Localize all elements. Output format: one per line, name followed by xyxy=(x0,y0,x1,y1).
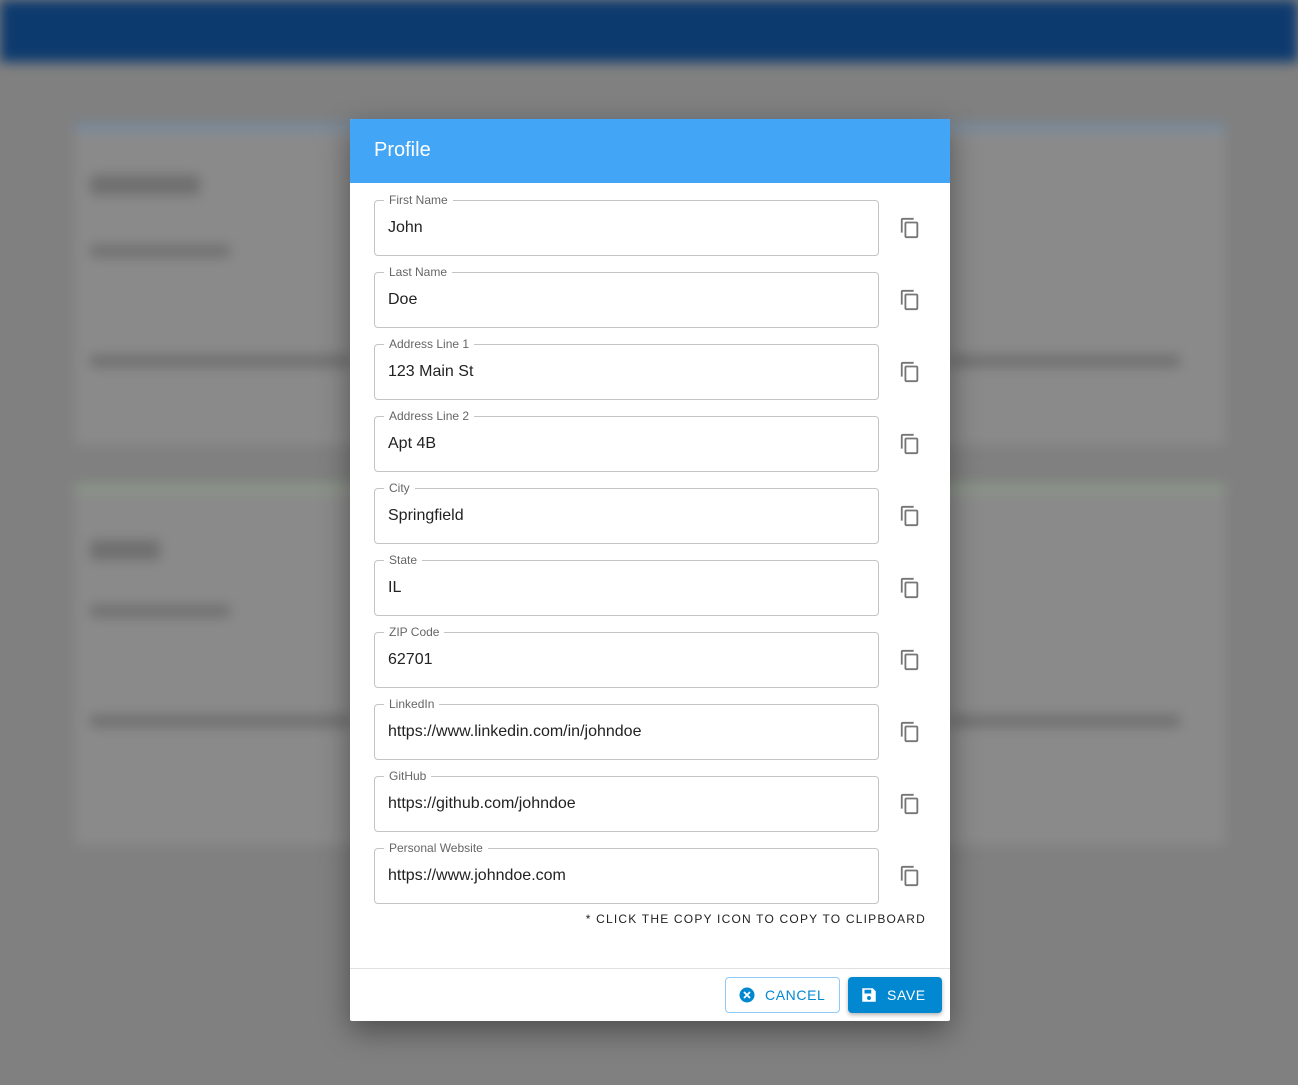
cancel-button[interactable]: CANCEL xyxy=(725,977,840,1013)
blurred-text xyxy=(90,715,350,727)
copy-icon[interactable] xyxy=(899,217,921,239)
copy-icon[interactable] xyxy=(899,721,921,743)
profile-dialog: Profile First Name John Last Name Doe Ad… xyxy=(350,119,950,1021)
field-label: First Name xyxy=(384,193,453,207)
field-value[interactable]: Springfield xyxy=(388,506,868,526)
field-value[interactable]: 123 Main St xyxy=(388,362,868,382)
copy-icon[interactable] xyxy=(899,433,921,455)
save-label: SAVE xyxy=(887,987,926,1003)
text-field[interactable]: Address Line 2 Apt 4B xyxy=(374,409,879,472)
field-label: Address Line 2 xyxy=(384,409,475,423)
text-field[interactable]: LinkedIn https://www.linkedin.com/in/joh… xyxy=(374,697,879,760)
field-label: Address Line 1 xyxy=(384,337,475,351)
blurred-text xyxy=(90,605,230,617)
field-label: LinkedIn xyxy=(384,697,440,711)
blurred-text xyxy=(90,540,160,560)
copy-hint: * CLICK THE COPY ICON TO COPY TO CLIPBOA… xyxy=(585,912,926,926)
text-field[interactable]: State IL xyxy=(374,553,879,616)
text-field[interactable]: City Springfield xyxy=(374,481,879,544)
app-bar xyxy=(0,0,1298,62)
cancel-label: CANCEL xyxy=(765,987,826,1003)
save-button[interactable]: SAVE xyxy=(848,977,942,1013)
cancel-circle-icon xyxy=(739,987,755,1003)
copy-icon[interactable] xyxy=(899,865,921,887)
field-value[interactable]: https://github.com/johndoe xyxy=(388,794,868,814)
text-field[interactable]: Address Line 1 123 Main St xyxy=(374,337,879,400)
field-value[interactable]: Apt 4B xyxy=(388,434,868,454)
blurred-text xyxy=(950,715,1180,727)
blurred-text xyxy=(90,355,350,367)
blurred-text xyxy=(90,245,230,257)
copy-icon[interactable] xyxy=(899,577,921,599)
field-label: GitHub xyxy=(384,769,432,783)
copy-icon[interactable] xyxy=(899,793,921,815)
blurred-text xyxy=(90,175,200,195)
text-field[interactable]: GitHub https://github.com/johndoe xyxy=(374,769,879,832)
field-label: State xyxy=(384,553,423,567)
field-value[interactable]: John xyxy=(388,218,868,238)
field-value[interactable]: Doe xyxy=(388,290,868,310)
text-field[interactable]: Personal Website https://www.johndoe.com xyxy=(374,841,879,904)
text-field[interactable]: ZIP Code 62701 xyxy=(374,625,879,688)
field-value[interactable]: 62701 xyxy=(388,650,868,670)
text-field[interactable]: Last Name Doe xyxy=(374,265,879,328)
copy-icon[interactable] xyxy=(899,505,921,527)
field-value[interactable]: https://www.johndoe.com xyxy=(388,866,868,886)
field-label: Personal Website xyxy=(384,841,488,855)
text-field[interactable]: First Name John xyxy=(374,193,879,256)
field-label: City xyxy=(384,481,415,495)
field-value[interactable]: https://www.linkedin.com/in/johndoe xyxy=(388,722,868,742)
field-value[interactable]: IL xyxy=(388,578,868,598)
copy-icon[interactable] xyxy=(899,289,921,311)
blurred-text xyxy=(950,355,1180,367)
dialog-footer: CANCEL SAVE xyxy=(350,968,950,1021)
dialog-title: Profile xyxy=(350,119,950,183)
save-icon xyxy=(862,988,876,1002)
field-label: Last Name xyxy=(384,265,453,279)
copy-icon[interactable] xyxy=(899,649,921,671)
copy-icon[interactable] xyxy=(899,361,921,383)
field-label: ZIP Code xyxy=(384,625,445,639)
